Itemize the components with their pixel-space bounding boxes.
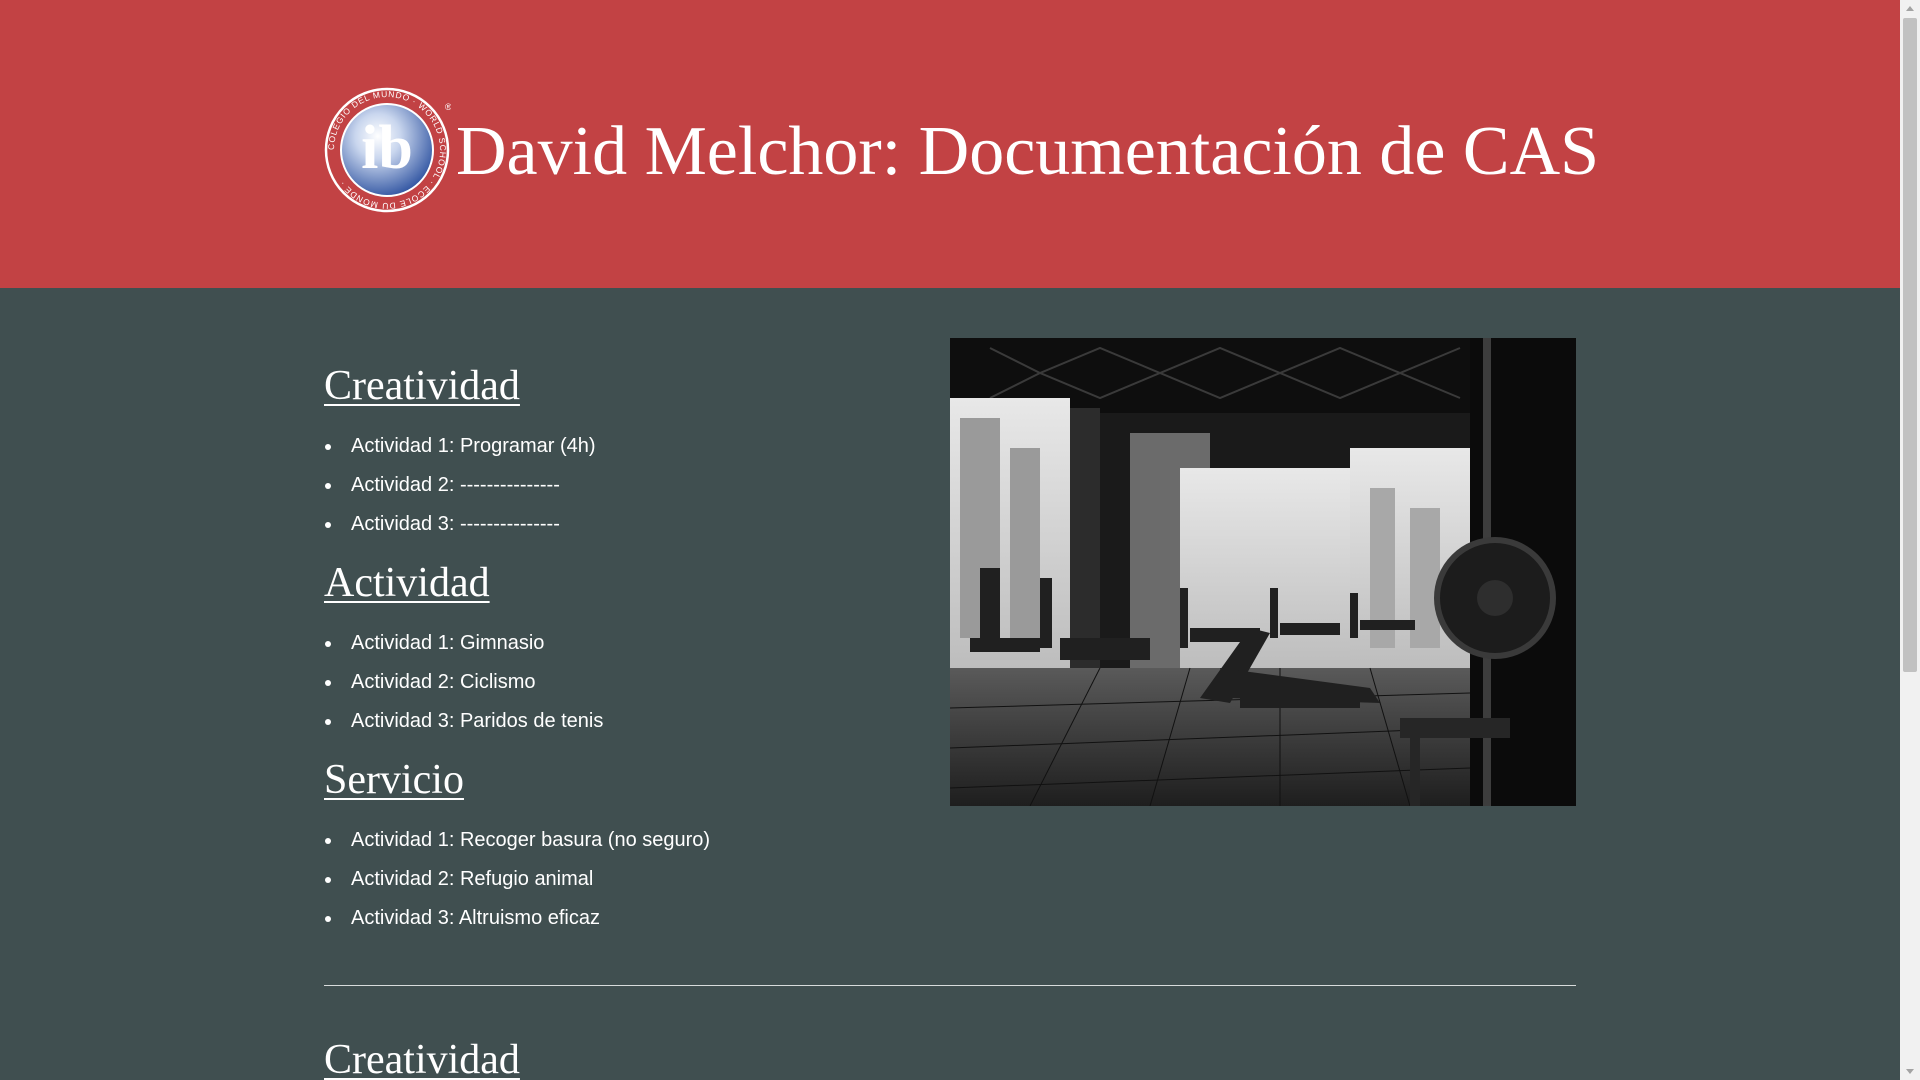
- gym-photo-illustration: [950, 338, 1576, 806]
- list-item: Actividad 2: Refugio animal: [324, 860, 710, 899]
- list-item: Actividad 3: ---------------: [324, 505, 596, 544]
- site-header: COLEGIO DEL MUNDO · WORLD SCHOOL · ÉCOLE…: [0, 0, 1900, 288]
- section-heading-servicio: Servicio: [324, 757, 464, 803]
- scroll-down-icon[interactable]: [1900, 1063, 1920, 1080]
- section-heading-creatividad: Creatividad: [324, 363, 520, 409]
- list-item: Actividad 3: Altruismo eficaz: [324, 899, 710, 938]
- logo-ib-text: ib: [361, 114, 413, 182]
- scroll-up-icon[interactable]: [1900, 0, 1920, 17]
- activity-list-servicio: Actividad 1: Recoger basura (no seguro) …: [324, 821, 710, 938]
- list-item: Actividad 1: Gimnasio: [324, 624, 603, 663]
- list-item: Actividad 1: Programar (4h): [324, 427, 596, 466]
- page: COLEGIO DEL MUNDO · WORLD SCHOOL · ÉCOLE…: [0, 0, 1900, 1080]
- activity-list-creatividad: Actividad 1: Programar (4h) Actividad 2:…: [324, 427, 596, 544]
- section-divider: [324, 985, 1576, 986]
- list-item: Actividad 2: ---------------: [324, 466, 596, 505]
- list-item: Actividad 3: Paridos de tenis: [324, 702, 603, 741]
- page-title: David Melchor: Documentación de CAS: [456, 113, 1600, 190]
- vertical-scrollbar[interactable]: [1900, 0, 1920, 1080]
- section-heading-actividad: Actividad: [324, 560, 490, 606]
- logo-registered-mark: ®: [445, 102, 451, 112]
- list-item: Actividad 2: Ciclismo: [324, 663, 603, 702]
- ib-logo: COLEGIO DEL MUNDO · WORLD SCHOOL · ÉCOLE…: [324, 87, 451, 213]
- section-heading-creatividad-2: Creatividad: [324, 1037, 520, 1080]
- activity-list-actividad: Actividad 1: Gimnasio Actividad 2: Cicli…: [324, 624, 603, 741]
- scrollbar-thumb[interactable]: [1903, 18, 1917, 672]
- gym-photo: [950, 338, 1576, 806]
- list-item: Actividad 1: Recoger basura (no seguro): [324, 821, 710, 860]
